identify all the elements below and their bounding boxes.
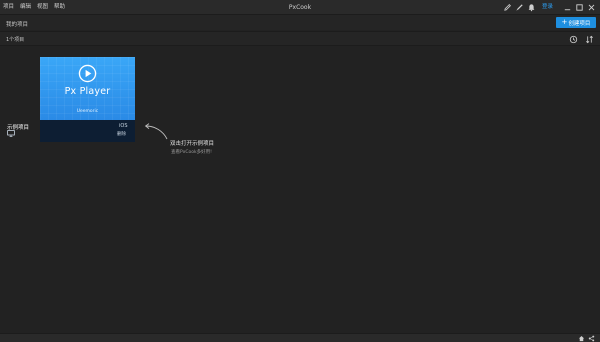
title-bar: 项目 编辑 视图 帮助 PxCook 登录: [0, 0, 600, 15]
status-bar: [0, 333, 600, 342]
project-brand-name: Px Player: [64, 86, 111, 97]
project-thumbnail: Px Player Ueemoric: [40, 57, 135, 120]
plus-icon: +: [561, 18, 568, 26]
bell-icon[interactable]: [527, 3, 536, 12]
hint-subtitle: 查看PxCook多好用!: [171, 150, 212, 155]
clock-icon[interactable]: [569, 35, 578, 44]
pen-icon[interactable]: [515, 3, 524, 12]
curved-arrow-icon: [144, 123, 168, 140]
share-icon[interactable]: [588, 335, 595, 342]
maximize-icon[interactable]: [575, 3, 584, 12]
create-project-label: 创建项目: [568, 20, 591, 27]
project-platform: iOS: [119, 123, 128, 129]
sort-icon[interactable]: [585, 35, 594, 44]
project-count: 1个项目: [6, 37, 25, 43]
play-icon: [78, 64, 97, 83]
minimize-icon[interactable]: [563, 3, 572, 12]
hint-title: 双击打开示例项目: [170, 141, 215, 147]
page-header: 我的项目: [0, 15, 600, 30]
project-brand-sub: Ueemoric: [76, 109, 99, 114]
project-toolbar: 1个项目: [0, 31, 600, 46]
delete-project-link[interactable]: 删除: [117, 131, 126, 137]
pen-icon[interactable]: [503, 3, 512, 12]
close-icon[interactable]: [587, 3, 596, 12]
project-card[interactable]: Px Player Ueemoric: [40, 57, 135, 142]
monitor-icon: [7, 130, 15, 137]
page-title: 我的项目: [6, 22, 29, 28]
create-project-button[interactable]: + 创建项目: [556, 17, 596, 28]
login-link[interactable]: 登录: [542, 4, 553, 11]
home-icon[interactable]: [578, 335, 585, 342]
